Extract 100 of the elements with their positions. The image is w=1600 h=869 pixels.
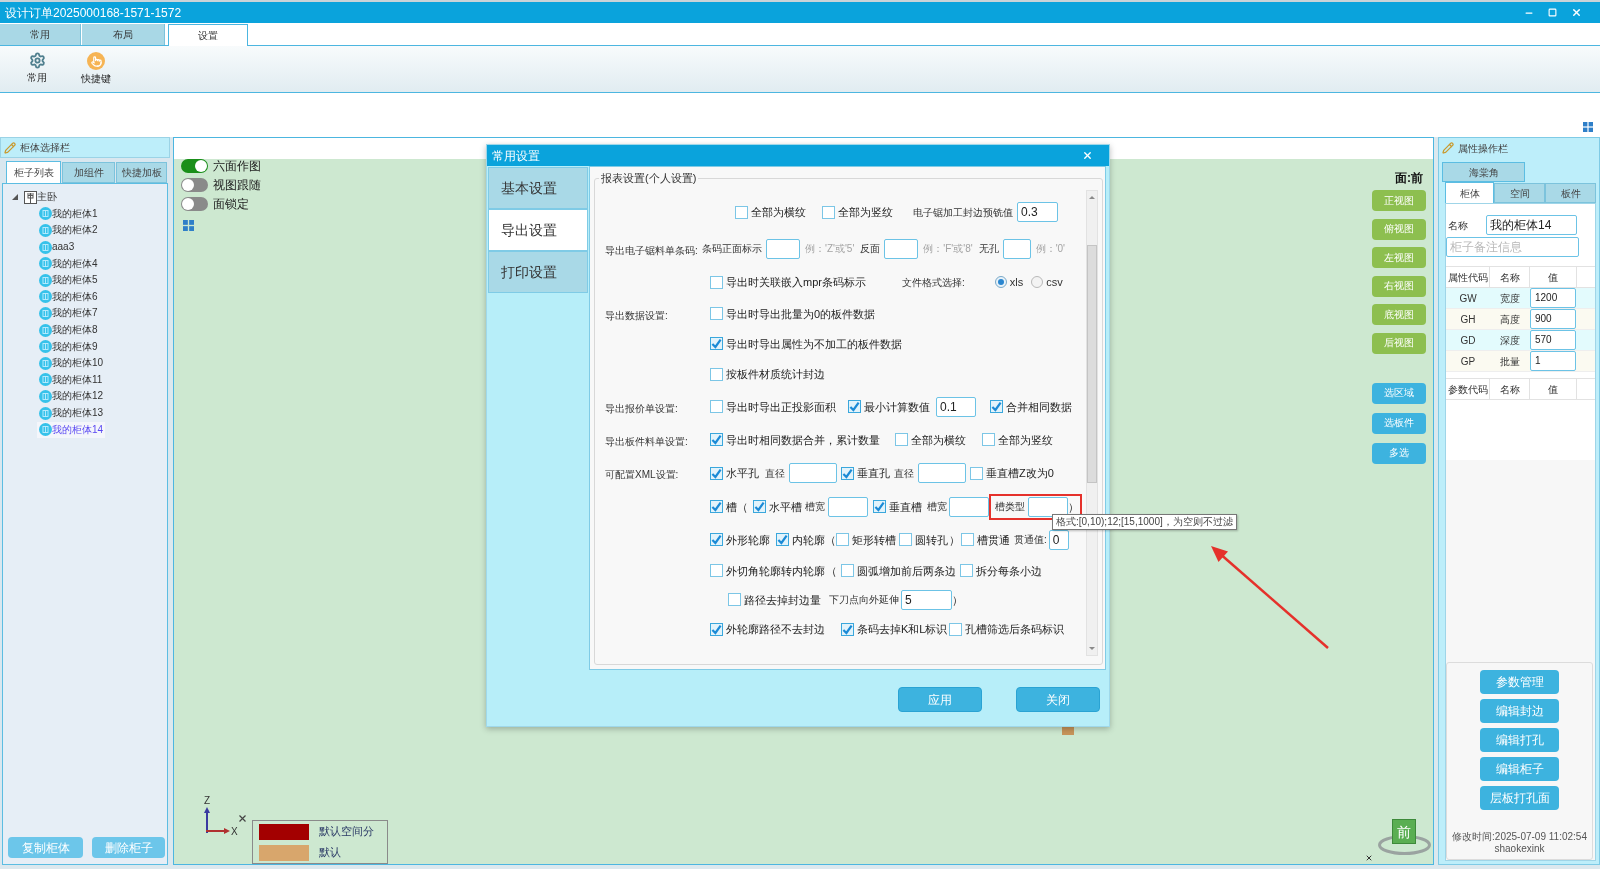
maximize-icon[interactable] [1548,8,1557,17]
panel-tab[interactable]: 柜体 [1445,182,1494,203]
panel-tab[interactable]: 空间 [1494,183,1545,203]
panel-tab[interactable]: 海棠角 [1442,162,1525,182]
ribbon-tab[interactable]: 常用 [0,24,81,45]
checkbox[interactable] [753,500,766,513]
section-label: 导出板件料单设置: [605,435,688,447]
checkbox[interactable] [710,622,723,636]
nav-tab[interactable]: 打印设置 [488,251,588,293]
checkbox[interactable] [960,564,973,577]
nav-tab[interactable]: 导出设置 [488,209,588,251]
tree-item[interactable]: 我的柜体12 [37,388,106,405]
tree-item[interactable]: 我的柜体10 [37,355,106,372]
ribbon-tab[interactable]: 设置 [168,24,248,46]
checkbox[interactable] [949,622,963,636]
checkbox[interactable] [836,533,849,546]
input-field[interactable] [789,463,837,483]
input-field[interactable] [1028,496,1068,517]
tree-item[interactable]: 我的柜体4 [37,255,100,272]
radio-button[interactable] [1031,276,1044,288]
checkbox[interactable] [895,433,908,446]
tree-item[interactable]: aaa3 [37,239,77,256]
input-field[interactable]: 5 [901,589,952,610]
checkbox[interactable] [735,205,748,219]
toolbar-button[interactable]: 快捷键 [76,52,116,85]
input-field[interactable]: 1200 [1530,288,1576,308]
input-field[interactable]: 0.1 [936,396,976,417]
input-field[interactable]: 我的柜体14 [1486,215,1577,235]
toolbar-button[interactable]: 常用 [17,52,57,84]
checkbox[interactable] [841,466,854,480]
input-field[interactable]: 0 [1048,529,1069,550]
table-cell-text: 宽度 [1499,291,1521,306]
checkbox[interactable] [710,433,723,446]
toggle-switch[interactable] [181,197,208,211]
field-label: 槽宽 [927,500,947,513]
caret-icon[interactable] [12,194,18,201]
grid-icon[interactable] [183,220,194,231]
input-field[interactable] [949,496,989,517]
checkbox[interactable] [848,400,861,413]
input-field[interactable]: 0.3 [1017,202,1058,222]
vertical-axis-arrow [204,807,210,833]
panel-tab[interactable]: 板件 [1545,183,1596,203]
input-field[interactable] [918,463,966,483]
checkbox[interactable] [710,400,723,413]
checkbox[interactable] [710,337,723,350]
tree-item[interactable]: 我的柜体8 [37,322,100,339]
checkbox[interactable] [710,466,723,480]
input-field[interactable]: 570 [1530,330,1576,350]
checkbox[interactable] [710,564,723,577]
checkbox[interactable] [970,466,983,480]
toggle-switch[interactable] [181,178,208,192]
tree-item[interactable]: 我的柜体2 [37,222,100,239]
input-field[interactable]: 900 [1530,309,1576,329]
tree-item[interactable]: 我的柜体5 [37,272,100,289]
checkbox[interactable] [873,500,886,513]
tree-item[interactable]: 我的柜体6 [37,288,100,305]
close-icon[interactable] [1365,854,1373,862]
cabinet-icon [39,224,52,237]
scroll-down-icon[interactable] [1089,647,1095,650]
grid-icon[interactable] [1583,122,1593,132]
checkbox[interactable] [990,400,1003,413]
tree-item[interactable]: 我的柜体14 [37,421,106,438]
tree-item[interactable]: 我的柜体11 [37,371,105,388]
checkbox[interactable] [710,367,723,381]
checkbox[interactable] [710,500,723,513]
checkbox[interactable] [710,307,723,320]
checkbox[interactable] [841,622,854,636]
checkbox-label: 垂直孔 [857,466,890,480]
field-label: 文件格式选择: [901,275,965,289]
radio-label: xls [1009,275,1024,289]
tree-item[interactable]: 我的柜体1 [37,205,100,222]
tree-item[interactable]: 我的柜体9 [37,338,100,355]
scrollbar-thumb[interactable] [1087,245,1097,483]
checkbox[interactable] [776,533,789,546]
checkbox[interactable] [982,433,995,446]
radio-button[interactable] [994,276,1007,288]
input-field[interactable] [1002,238,1031,259]
checkbox[interactable] [961,533,974,546]
checkbox[interactable] [822,205,835,219]
checkbox[interactable] [899,533,912,546]
input-field[interactable] [884,238,919,259]
toggle-switch[interactable] [181,159,208,173]
checkbox[interactable] [710,533,723,546]
scroll-up-icon[interactable] [1089,196,1095,199]
panel-tab[interactable]: 快捷加板 [116,162,167,183]
input-field[interactable]: 1 [1530,351,1576,371]
column-header: 名称 [1490,267,1530,287]
input-field[interactable] [828,496,868,517]
tree-item[interactable]: 我的柜体7 [37,305,100,322]
checkbox[interactable] [728,593,741,606]
bracket-text: ） [949,532,960,547]
nav-tab[interactable]: 基本设置 [488,167,588,209]
ribbon-tab[interactable]: 布局 [82,24,165,45]
tree-item[interactable]: 我的柜体13 [37,405,106,421]
panel-tab[interactable]: 柜子列表 [6,161,61,183]
checkbox[interactable] [710,275,723,289]
input-field[interactable] [766,238,800,259]
tree-item[interactable]: 主卧 [22,189,59,206]
checkbox[interactable] [841,564,854,577]
panel-tab[interactable]: 加组件 [62,162,115,183]
